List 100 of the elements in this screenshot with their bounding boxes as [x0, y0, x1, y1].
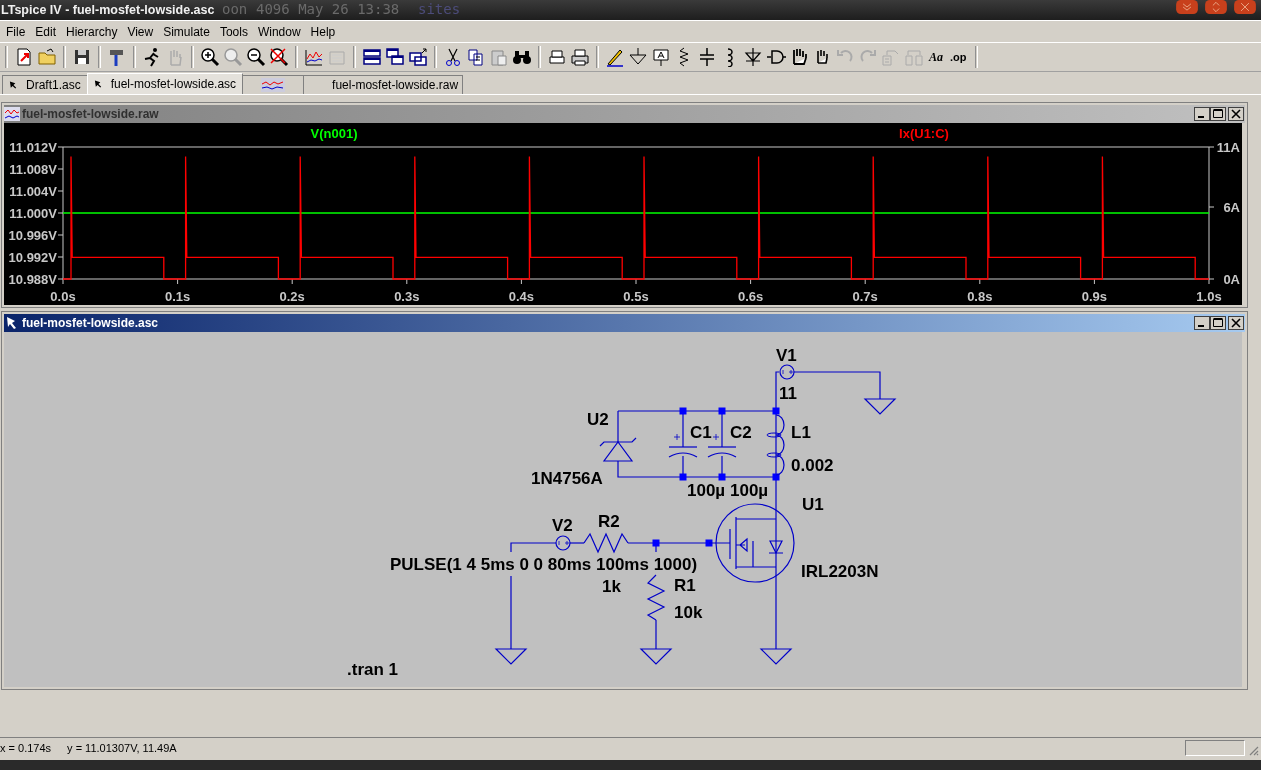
crossed-magnifier-icon[interactable] — [269, 47, 289, 67]
close-button[interactable] — [1228, 107, 1244, 121]
component-value: PULSE(1 4 5ms 0 0 80ms 100ms 1000) — [390, 555, 698, 574]
component-name: U1 — [802, 495, 824, 514]
close-button[interactable] — [1231, 0, 1259, 14]
printer-icon[interactable] — [570, 47, 590, 67]
font-button[interactable]: Aa — [927, 49, 945, 65]
x-axis-label: 0.9s — [1081, 289, 1108, 304]
y-axis-label: 0A — [1223, 272, 1240, 287]
capacitor-icon[interactable] — [697, 47, 717, 67]
wire — [569, 542, 585, 544]
component-name: C2 — [730, 423, 752, 442]
component-value: 100µ — [687, 481, 726, 500]
new-document-icon[interactable] — [14, 47, 34, 67]
x-axis-label: 0.1s — [164, 289, 191, 304]
component-name: V1 — [776, 346, 797, 365]
component-name: V2 — [552, 516, 573, 535]
menu-item[interactable]: Simulate — [159, 24, 214, 39]
minimize-button[interactable] — [1173, 0, 1201, 14]
component-value: 0.002 — [791, 456, 834, 475]
app-title: LTspice IV - fuel-mosfet-lowside.asc — [0, 3, 215, 17]
component-name: U2 — [587, 410, 609, 429]
document-tab[interactable]: fuel-mosfet-lowside.asc — [86, 73, 244, 94]
arrange-windows-icon[interactable] — [408, 47, 428, 67]
component-name: L1 — [791, 423, 811, 442]
cursor-readout: x = 0.174s — [0, 742, 52, 754]
x-axis-label: 0.2s — [279, 289, 305, 304]
x-axis-label: 0.7s — [852, 289, 878, 304]
cascade-windows-icon[interactable] — [385, 47, 405, 67]
x-axis-label: 0.4s — [508, 289, 535, 304]
waveform-icon — [4, 107, 20, 121]
minimize-button[interactable] — [1194, 107, 1210, 121]
y-axis-tick — [57, 168, 64, 170]
y-axis-tick — [57, 212, 64, 214]
resistor-symbol — [646, 574, 666, 621]
diode-icon[interactable] — [743, 47, 763, 67]
y-axis-tick — [57, 234, 64, 236]
document-tab[interactable] — [242, 75, 305, 94]
waveform-icon[interactable] — [304, 47, 324, 67]
x-axis-label: 0.6s — [737, 289, 764, 304]
component-value: 11 — [779, 384, 797, 403]
menu-item[interactable]: Hierarchy — [62, 24, 122, 39]
trace-name[interactable]: V(n001) — [310, 126, 358, 141]
component-name: C1 — [690, 423, 712, 442]
ground-icon[interactable] — [628, 47, 648, 67]
menu-item[interactable]: Tools — [215, 24, 252, 39]
component-name: R2 — [598, 512, 620, 531]
ground-symbol — [494, 648, 528, 665]
y-axis-label: 10.988V — [8, 272, 57, 287]
menu-item[interactable]: Window — [253, 24, 305, 39]
resize-grip-icon[interactable] — [1247, 744, 1259, 756]
pointer-icon — [9, 80, 18, 90]
y-axis-label: 11.000V — [9, 206, 57, 221]
terminal-backdrop-text: oon — [222, 1, 248, 17]
cut-icon[interactable] — [443, 47, 463, 67]
y-axis-label: 11.004V — [9, 184, 57, 199]
zoom-out-icon[interactable] — [246, 47, 266, 67]
y-axis-tick — [57, 146, 64, 148]
x-axis-label: 0.3s — [394, 289, 420, 304]
copy-icon[interactable] — [466, 47, 486, 67]
print-preview-icon[interactable] — [547, 47, 567, 67]
y-axis-tick — [57, 278, 64, 280]
zoom-in-icon[interactable] — [200, 47, 220, 67]
x-axis-label: 1.0s — [1196, 289, 1222, 304]
close-button[interactable] — [1228, 316, 1244, 330]
component-value: IRL2203N — [801, 562, 879, 581]
ground-symbol — [639, 648, 673, 665]
document-tab[interactable]: Draft1.asc — [2, 75, 88, 94]
status-panel — [1185, 740, 1245, 756]
trace-name[interactable]: Ix(U1:C) — [899, 126, 949, 141]
menu-item[interactable]: File — [2, 24, 30, 39]
minimize-button[interactable] — [1194, 316, 1210, 330]
maximize-button[interactable] — [1210, 316, 1226, 330]
component-value: 100µ — [730, 481, 769, 500]
spice-directive: .tran 1 — [347, 660, 399, 679]
y-axis-label: 11A — [1216, 140, 1240, 155]
pointer-icon — [93, 79, 103, 89]
component-value: 10k — [674, 603, 703, 622]
spice-directive-button[interactable]: .op — [948, 51, 969, 63]
save-icon[interactable] — [72, 47, 92, 67]
maximize-button[interactable] — [1202, 0, 1230, 14]
zener-diode-symbol — [599, 437, 637, 462]
maximize-button[interactable] — [1210, 107, 1226, 121]
label-icon[interactable] — [651, 47, 671, 67]
x-axis-label: 0.0s — [50, 289, 76, 304]
wire — [510, 542, 557, 553]
wire — [655, 619, 657, 650]
ground-symbol — [759, 648, 793, 665]
open-folder-icon[interactable] — [37, 47, 57, 67]
y-axis-label: 11.012V — [9, 140, 57, 155]
menu-item[interactable]: View — [123, 24, 158, 39]
pencil-icon[interactable] — [605, 47, 625, 67]
terminal-backdrop-text: sites — [418, 1, 461, 17]
menu-item[interactable]: Edit — [31, 24, 61, 39]
document-tab[interactable]: fuel-mosfet-lowside.raw — [303, 75, 464, 94]
tile-windows-icon[interactable] — [362, 47, 382, 67]
window-title: fuel-mosfet-lowside.raw — [22, 107, 159, 121]
y-axis-label: 10.992V — [8, 250, 57, 265]
component-icon[interactable] — [766, 47, 786, 67]
menu-item[interactable]: Help — [306, 24, 340, 39]
